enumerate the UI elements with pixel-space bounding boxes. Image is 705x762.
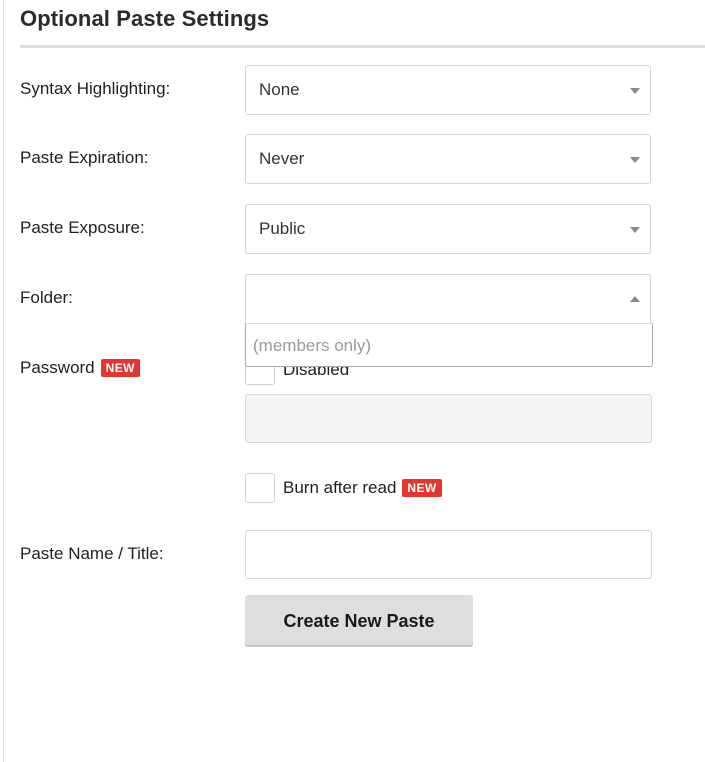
expiration-select-value: Never — [259, 149, 305, 168]
syntax-select[interactable]: None — [245, 65, 651, 115]
burn-after-read-label: Burn after read — [283, 478, 397, 497]
syntax-select-value: None — [259, 80, 300, 99]
syntax-label: Syntax Highlighting: — [20, 79, 171, 98]
left-border — [3, 0, 4, 762]
password-input[interactable] — [245, 394, 652, 443]
exposure-select[interactable]: Public — [245, 204, 651, 254]
burn-after-read-label-group: Burn after read NEW — [283, 478, 442, 498]
caret-down-icon — [630, 227, 640, 233]
caret-down-icon — [630, 157, 640, 163]
new-badge: NEW — [100, 358, 140, 377]
folder-dropdown: (members only) — [245, 323, 653, 367]
paste-title-label: Paste Name / Title: — [20, 544, 164, 563]
caret-down-icon — [630, 88, 640, 94]
burn-after-read-checkbox[interactable] — [245, 473, 275, 503]
exposure-label: Paste Exposure: — [20, 218, 145, 237]
expiration-select[interactable]: Never — [245, 134, 651, 184]
title-divider — [20, 45, 705, 48]
paste-title-input[interactable] — [245, 530, 652, 579]
password-label-group: Password NEW — [20, 358, 140, 378]
exposure-select-value: Public — [259, 219, 306, 238]
password-label: Password — [20, 358, 95, 377]
caret-up-icon — [630, 296, 640, 302]
section-title: Optional Paste Settings — [20, 6, 270, 31]
folder-select[interactable] — [245, 274, 651, 324]
create-new-paste-button[interactable]: Create New Paste — [245, 595, 473, 647]
new-badge: NEW — [402, 478, 442, 497]
expiration-label: Paste Expiration: — [20, 148, 149, 167]
folder-option-members-only[interactable]: (members only) — [253, 336, 371, 356]
folder-label: Folder: — [20, 288, 73, 307]
